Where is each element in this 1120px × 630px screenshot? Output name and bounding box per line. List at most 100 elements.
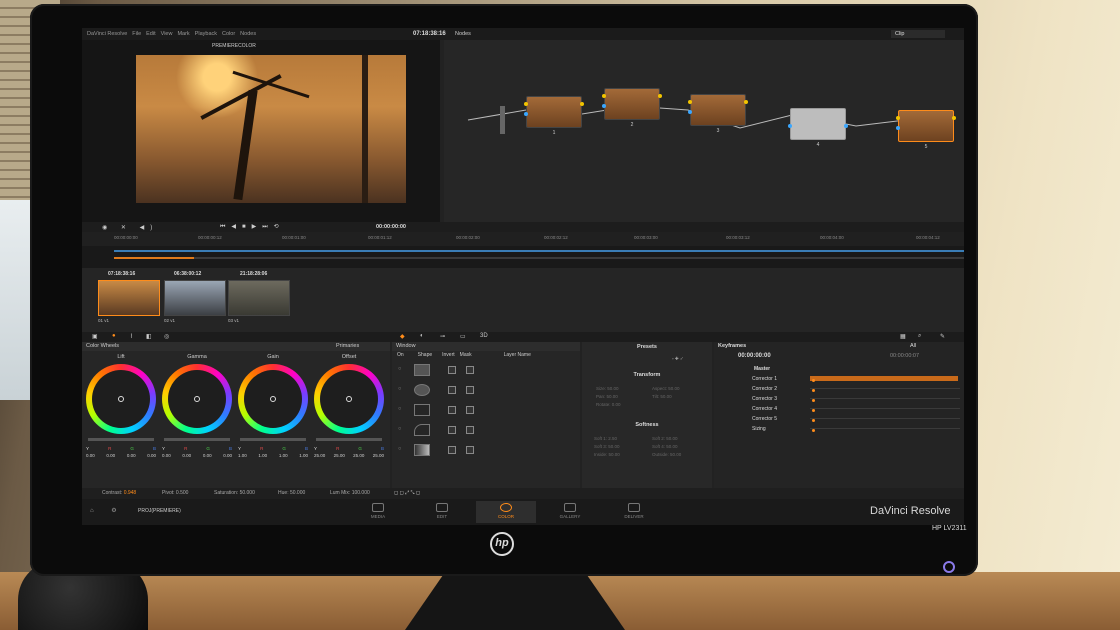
tab-deliver[interactable]: DELIVER <box>604 501 664 523</box>
size-value[interactable]: Size: 50.00 <box>596 386 619 391</box>
clip-dropdown[interactable]: Clip <box>891 30 945 38</box>
invert-checkbox[interactable] <box>448 386 456 394</box>
window-row-polygon[interactable]: ○ <box>392 402 580 418</box>
edit-icon[interactable]: ✎ <box>940 333 945 340</box>
menu-file[interactable]: File <box>132 31 141 37</box>
zoom-icon[interactable]: ⌕ <box>918 333 921 340</box>
kf-item-corrector-3[interactable]: Corrector 3 <box>752 396 842 402</box>
offset-values[interactable]: 25.00 25.00 25.00 25.00 <box>314 453 384 458</box>
thumbnail-clip-1[interactable] <box>98 280 160 316</box>
menu-view[interactable]: View <box>161 31 173 37</box>
mask-checkbox[interactable] <box>466 406 474 414</box>
gain-wheel-handle[interactable] <box>270 396 276 402</box>
mask-checkbox[interactable] <box>466 366 474 374</box>
tab-color[interactable]: COLOR <box>476 501 536 523</box>
pan-value[interactable]: Pan: 50.00 <box>596 394 618 399</box>
clip-segment[interactable] <box>194 257 964 259</box>
preset-actions[interactable]: ▫ ✚ ✓ <box>672 356 684 362</box>
invert-checkbox[interactable] <box>448 406 456 414</box>
menu-nodes[interactable]: Nodes <box>240 31 256 37</box>
keyframes-filter-dropdown[interactable]: All <box>910 343 916 349</box>
mask-checkbox[interactable] <box>466 446 474 454</box>
window-row-gradient[interactable]: ○ <box>392 442 580 458</box>
clip-segment[interactable] <box>114 257 194 259</box>
kf-item-corrector-5[interactable]: Corrector 5 <box>752 416 842 422</box>
tab-media[interactable]: MEDIA <box>348 501 408 523</box>
blur-icon[interactable]: ◐ <box>420 333 424 339</box>
menu-mark[interactable]: Mark <box>177 31 189 37</box>
hue-readout[interactable]: Hue: 50.000 <box>278 490 305 496</box>
soft1-value[interactable]: Soft 1: 2.50 <box>594 436 617 441</box>
transport-tools[interactable]: ◉ ✕ ◀) <box>102 224 158 231</box>
gamma-wheel-handle[interactable] <box>194 396 200 402</box>
contrast-readout[interactable]: Contrast: 0.948 <box>102 490 136 496</box>
window-enable-toggle[interactable]: ○ <box>398 446 401 452</box>
viewer-image[interactable] <box>136 55 406 203</box>
power-icon[interactable] <box>943 561 955 573</box>
window-row-circle[interactable]: ○ <box>392 382 580 398</box>
node-4[interactable] <box>790 108 846 140</box>
polygon-shape-icon[interactable] <box>414 404 430 416</box>
gamma-values[interactable]: 0.00 0.00 0.00 0.00 <box>162 453 232 458</box>
qualifier-icon[interactable]: ◧ <box>146 333 152 340</box>
curve-shape-icon[interactable] <box>414 424 430 436</box>
invert-checkbox[interactable] <box>448 366 456 374</box>
gamma-master-slider[interactable] <box>164 438 230 441</box>
soft3-value[interactable]: Soft 3: 50.00 <box>594 444 620 449</box>
soft4-value[interactable]: Soft 4: 50.00 <box>652 444 678 449</box>
kf-item-master[interactable]: Master <box>754 366 844 372</box>
keyframe-dot[interactable] <box>812 379 815 382</box>
invert-checkbox[interactable] <box>448 446 456 454</box>
tab-gallery[interactable]: GALLERY <box>540 501 600 523</box>
keyframe-dot[interactable] <box>812 409 815 412</box>
window-tools[interactable]: ◻ ◻ ⤢ ⤡ ◻ <box>394 490 420 496</box>
window-icon[interactable]: ◆ <box>400 333 405 340</box>
keyframe-dot[interactable] <box>812 419 815 422</box>
kf-item-corrector-4[interactable]: Corrector 4 <box>752 406 842 412</box>
node-3[interactable] <box>690 94 746 126</box>
primaries-dropdown[interactable]: Primaries <box>336 343 359 349</box>
camera-icon[interactable]: ▣ <box>92 333 98 340</box>
circle-shape-icon[interactable] <box>414 384 430 396</box>
window-row-curve[interactable]: ○ <box>392 422 580 438</box>
gain-master-slider[interactable] <box>240 438 306 441</box>
square-shape-icon[interactable] <box>414 364 430 376</box>
transport-buttons[interactable]: ⏮◀■▶⏭⟲ <box>220 223 285 231</box>
menu-edit[interactable]: Edit <box>146 31 155 37</box>
sizing-icon[interactable]: ▭ <box>460 333 466 340</box>
node-1[interactable] <box>526 96 582 128</box>
node-5[interactable] <box>898 110 954 142</box>
lift-master-slider[interactable] <box>88 438 154 441</box>
offset-master-slider[interactable] <box>316 438 382 441</box>
thumbnail-clip-2[interactable] <box>164 280 226 316</box>
lift-wheel-handle[interactable] <box>118 396 124 402</box>
kf-item-sizing[interactable]: Sizing <box>752 426 842 432</box>
aspect-value[interactable]: Aspect: 50.00 <box>652 386 680 391</box>
thumbnail-clip-3[interactable] <box>228 280 290 316</box>
curves-icon[interactable]: ⌇ <box>130 333 133 340</box>
kf-item-corrector-1[interactable]: Corrector 1 <box>752 376 842 382</box>
gain-values[interactable]: 1.00 1.00 1.00 1.00 <box>238 453 308 458</box>
pivot-readout[interactable]: Pivot: 0.500 <box>162 490 188 496</box>
inside-value[interactable]: Inside: 50.00 <box>594 452 620 457</box>
outside-value[interactable]: Outside: 50.00 <box>652 452 681 457</box>
window-enable-toggle[interactable]: ○ <box>398 426 401 432</box>
keyframe-dot[interactable] <box>812 399 815 402</box>
mini-timeline[interactable] <box>82 246 964 268</box>
keyframe-dot[interactable] <box>812 389 815 392</box>
keyframe-dot[interactable] <box>812 429 815 432</box>
gradient-shape-icon[interactable] <box>414 444 430 456</box>
tilt-value[interactable]: Tilt: 50.00 <box>652 394 672 399</box>
timeline-ruler[interactable]: 00:00:00:00 00:00:00:12 00:00:01:00 00:0… <box>82 232 964 246</box>
soft2-value[interactable]: Soft 2: 50.00 <box>652 436 678 441</box>
lift-values[interactable]: 0.00 0.00 0.00 0.00 <box>86 453 156 458</box>
invert-checkbox[interactable] <box>448 426 456 434</box>
window-enable-toggle[interactable]: ○ <box>398 406 401 412</box>
color-wheels-icon[interactable]: ● <box>112 333 116 339</box>
mask-checkbox[interactable] <box>466 386 474 394</box>
window-enable-toggle[interactable]: ○ <box>398 366 401 372</box>
rotate-value[interactable]: Rotate: 0.00 <box>596 402 621 407</box>
window-row-linear[interactable]: ○ <box>392 362 580 378</box>
lummix-readout[interactable]: Lum Mix: 100.000 <box>330 490 370 496</box>
menu-color[interactable]: Color <box>222 31 235 37</box>
